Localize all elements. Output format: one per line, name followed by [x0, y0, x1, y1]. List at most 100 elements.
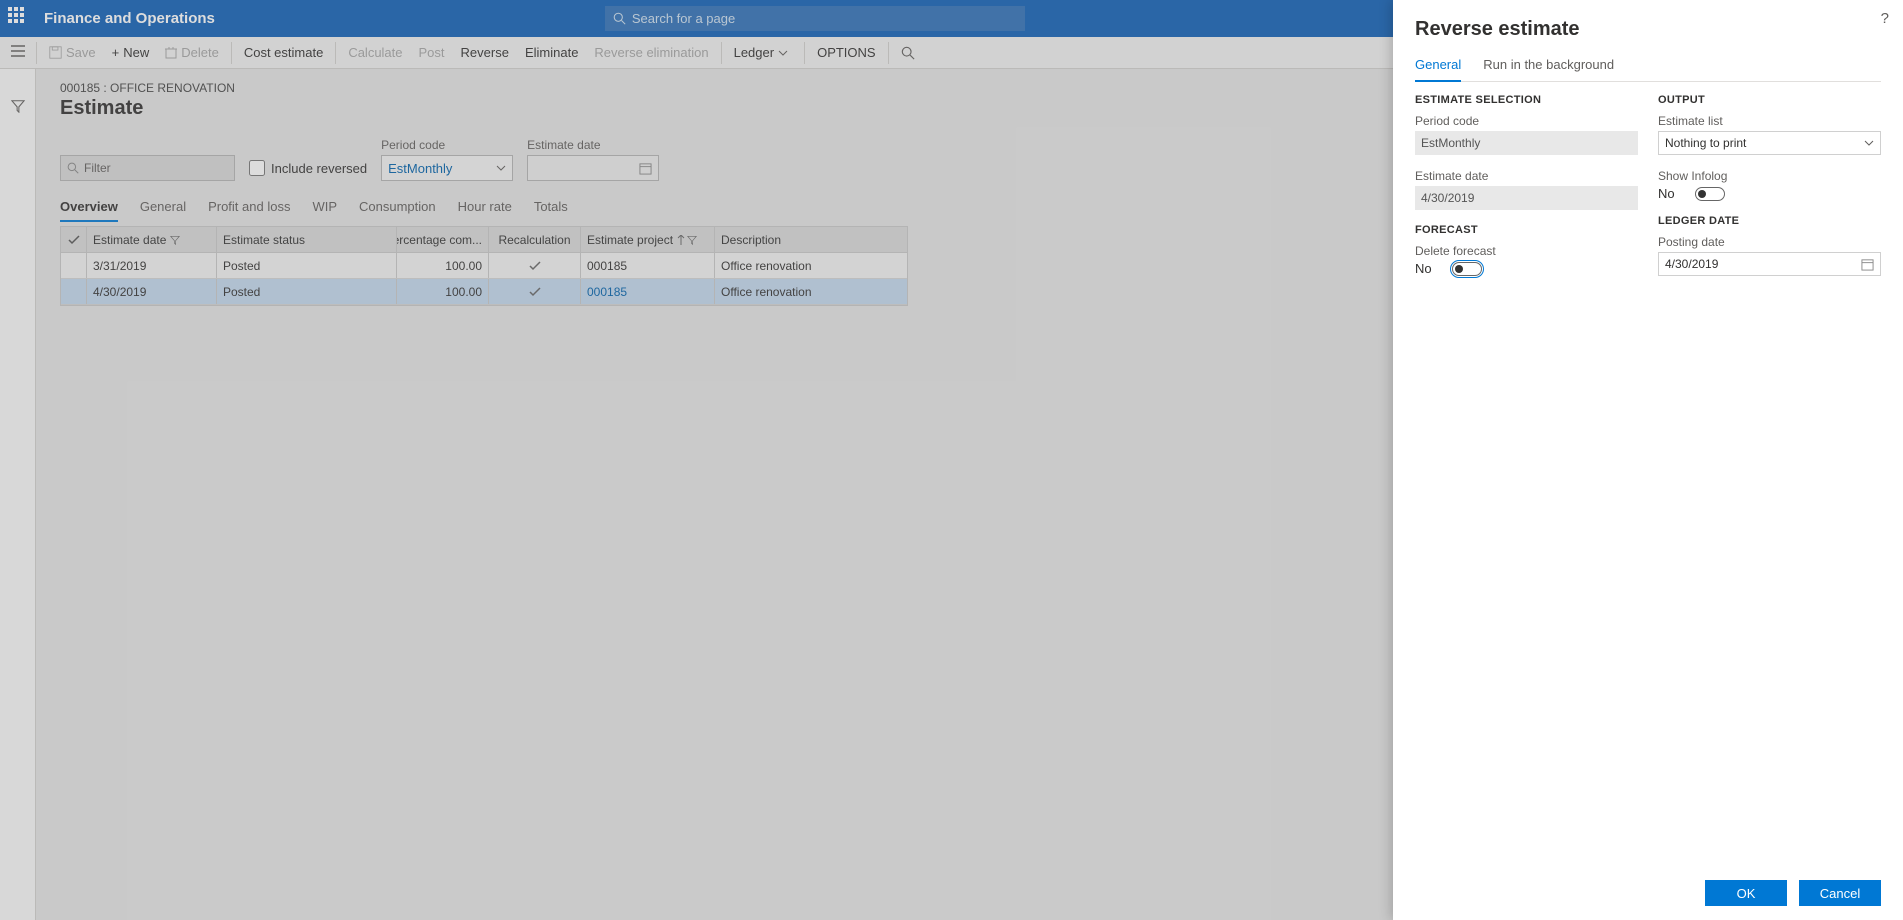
cell-pct[interactable]: 100.00	[397, 253, 489, 278]
check-icon	[529, 261, 541, 271]
panel-footer: OK Cancel	[1415, 870, 1881, 906]
global-search[interactable]: Search for a page	[605, 6, 1025, 31]
funnel-icon	[11, 99, 25, 113]
tab-profit-and-loss[interactable]: Profit and loss	[208, 193, 290, 222]
eliminate-button[interactable]: Eliminate	[517, 37, 586, 68]
ok-button[interactable]: OK	[1705, 880, 1787, 906]
delete-button[interactable]: Delete	[157, 37, 227, 68]
sort-asc-icon	[677, 235, 685, 245]
calendar-icon	[1861, 258, 1874, 271]
calendar-icon	[639, 162, 652, 175]
filter-pane-toggle[interactable]	[11, 99, 25, 116]
panel-tab-general[interactable]: General	[1415, 57, 1461, 82]
tab-hour-rate[interactable]: Hour rate	[458, 193, 512, 222]
period-code-label: Period code	[1415, 114, 1638, 128]
grid-header-row: Estimate date Estimate status Percentage…	[61, 227, 907, 253]
calculate-button[interactable]: Calculate	[340, 37, 410, 68]
search-icon	[67, 162, 79, 174]
posting-date-input[interactable]: 4/30/2019	[1658, 252, 1881, 276]
cell-project[interactable]: 000185	[581, 279, 715, 304]
cell-recalc[interactable]	[489, 253, 581, 278]
search-icon	[901, 46, 915, 60]
options-button[interactable]: OPTIONS	[809, 37, 884, 68]
save-icon	[49, 46, 62, 59]
include-reversed-checkbox[interactable]: Include reversed	[249, 155, 367, 181]
show-infolog-label: Show Infolog	[1658, 169, 1881, 183]
search-placeholder: Search for a page	[632, 11, 735, 26]
cell-desc[interactable]: Office renovation	[715, 279, 895, 304]
help-icon[interactable]: ?	[1881, 10, 1889, 27]
cell-status[interactable]: Posted	[217, 279, 397, 304]
tab-consumption[interactable]: Consumption	[359, 193, 436, 222]
col-header-pct[interactable]: Percentage com...	[397, 227, 489, 252]
funnel-icon	[170, 235, 180, 245]
select-all-header[interactable]	[61, 227, 87, 252]
col-header-estimate-status[interactable]: Estimate status	[217, 227, 397, 252]
tab-general[interactable]: General	[140, 193, 186, 222]
cell-status[interactable]: Posted	[217, 253, 397, 278]
cancel-button[interactable]: Cancel	[1799, 880, 1881, 906]
section-output: OUTPUT	[1658, 94, 1881, 106]
estimate-list-select[interactable]: Nothing to print	[1658, 131, 1881, 155]
show-infolog-value: No	[1658, 186, 1675, 201]
section-estimate-selection: ESTIMATE SELECTION	[1415, 94, 1638, 106]
new-button[interactable]: + New	[104, 37, 158, 68]
nav-toggle-icon[interactable]	[4, 45, 32, 60]
reverse-elimination-button[interactable]: Reverse elimination	[586, 37, 716, 68]
table-row[interactable]: 3/31/2019 Posted 100.00 000185 Office re…	[61, 253, 907, 279]
cell-recalc[interactable]	[489, 279, 581, 304]
section-ledger-date: LEDGER DATE	[1658, 215, 1881, 227]
grid-filter-input[interactable]: Filter	[60, 155, 235, 181]
reverse-button[interactable]: Reverse	[453, 37, 517, 68]
app-launcher-icon[interactable]	[8, 7, 32, 31]
cell-date[interactable]: 3/31/2019	[87, 253, 217, 278]
tab-overview[interactable]: Overview	[60, 193, 118, 222]
trash-icon	[165, 46, 177, 59]
post-button[interactable]: Post	[411, 37, 453, 68]
delete-forecast-value: No	[1415, 261, 1432, 276]
cost-estimate-button[interactable]: Cost estimate	[236, 37, 331, 68]
estimate-date-label: Estimate date	[1415, 169, 1638, 183]
plus-icon: +	[112, 45, 120, 60]
estimate-list-label: Estimate list	[1658, 114, 1881, 128]
chevron-down-icon	[778, 50, 788, 56]
panel-title: Reverse estimate	[1415, 18, 1881, 41]
col-header-recalc[interactable]: Recalculation	[489, 227, 581, 252]
col-header-desc[interactable]: Description	[715, 227, 895, 252]
delete-forecast-label: Delete forecast	[1415, 244, 1638, 258]
search-icon	[613, 12, 626, 25]
posting-date-label: Posting date	[1658, 235, 1881, 249]
save-button[interactable]: Save	[41, 37, 104, 68]
panel-tab-background[interactable]: Run in the background	[1483, 57, 1614, 81]
table-row[interactable]: 4/30/2019 Posted 100.00 000185 Office re…	[61, 279, 907, 305]
period-code-input: EstMonthly	[1415, 131, 1638, 155]
estimate-grid: Estimate date Estimate status Percentage…	[60, 226, 908, 306]
show-infolog-toggle[interactable]	[1695, 187, 1725, 201]
chevron-down-icon	[496, 165, 506, 171]
tab-wip[interactable]: WIP	[312, 193, 337, 222]
period-code-dropdown[interactable]: EstMonthly	[381, 155, 513, 181]
period-code-label: Period code	[381, 138, 513, 152]
estimate-date-label: Estimate date	[527, 138, 659, 152]
chevron-down-icon	[1864, 140, 1874, 146]
action-search-button[interactable]	[893, 37, 927, 68]
col-header-estimate-date[interactable]: Estimate date	[87, 227, 217, 252]
funnel-icon	[687, 235, 697, 245]
app-title: Finance and Operations	[44, 10, 215, 27]
section-forecast: FORECAST	[1415, 224, 1638, 236]
cell-project[interactable]: 000185	[581, 253, 715, 278]
check-icon	[68, 235, 80, 245]
panel-tabs: General Run in the background	[1415, 57, 1881, 82]
col-header-project[interactable]: Estimate project	[581, 227, 715, 252]
cell-desc[interactable]: Office renovation	[715, 253, 895, 278]
delete-forecast-toggle[interactable]	[1452, 262, 1482, 276]
left-rail	[0, 69, 36, 920]
reverse-estimate-panel: ? Reverse estimate General Run in the ba…	[1393, 0, 1903, 920]
panel-body: ESTIMATE SELECTION Period code EstMonthl…	[1415, 94, 1881, 290]
cell-pct[interactable]: 100.00	[397, 279, 489, 304]
ledger-menu[interactable]: Ledger	[726, 37, 800, 68]
cell-date[interactable]: 4/30/2019	[87, 279, 217, 304]
estimate-date-input[interactable]	[527, 155, 659, 181]
estimate-date-input: 4/30/2019	[1415, 186, 1638, 210]
tab-totals[interactable]: Totals	[534, 193, 568, 222]
